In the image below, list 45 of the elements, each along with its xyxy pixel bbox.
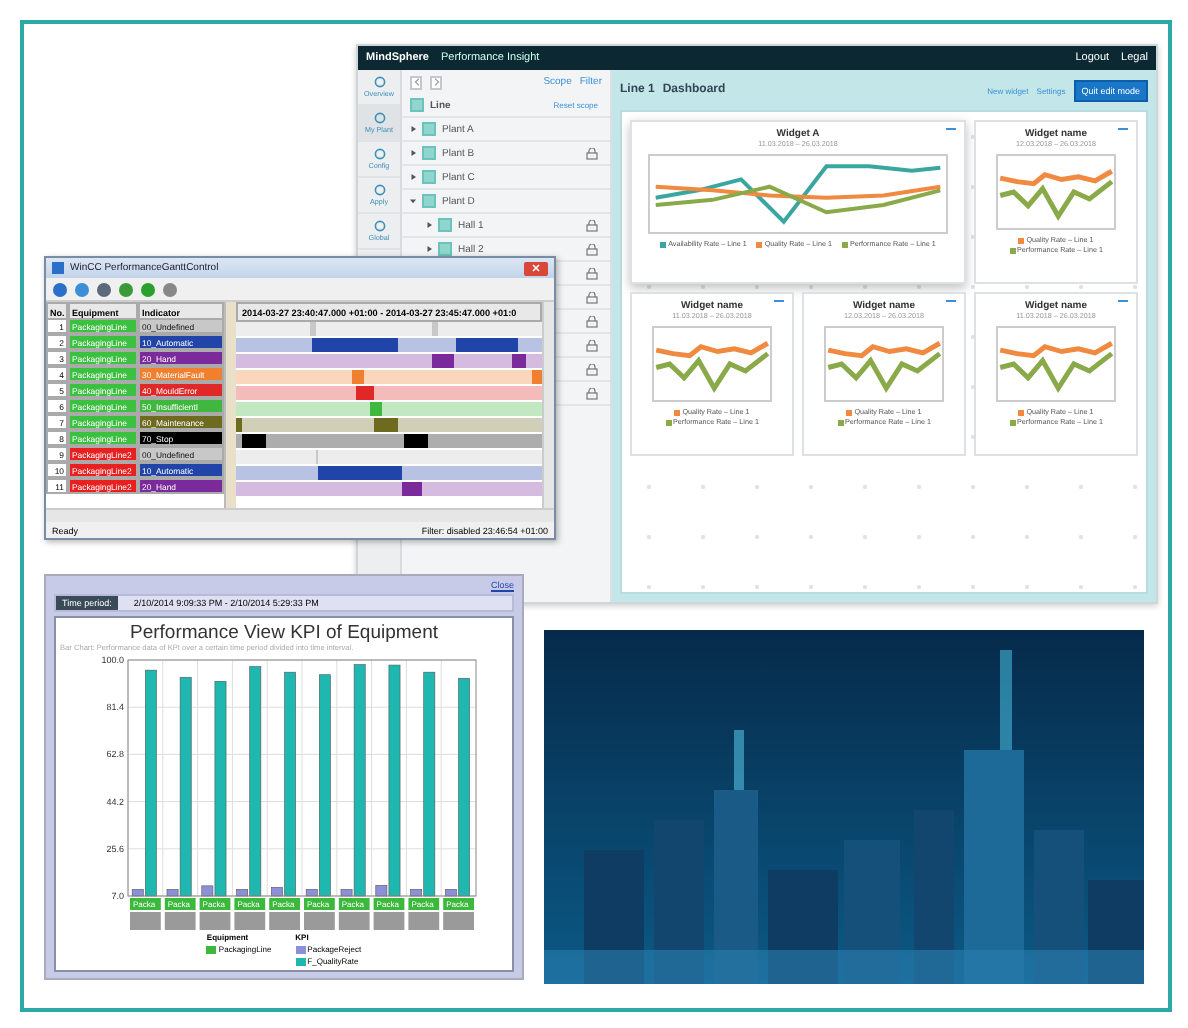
- line-chart: [652, 326, 772, 402]
- interval-tag: [234, 912, 266, 930]
- caret-icon: [426, 246, 432, 252]
- gantt-bar: [404, 434, 429, 448]
- forward-button[interactable]: [430, 75, 442, 89]
- back-button[interactable]: [410, 75, 422, 89]
- lock-icon: [586, 387, 598, 399]
- caret-icon: [426, 222, 432, 228]
- lock-icon: [586, 339, 598, 351]
- lock-icon: [586, 147, 598, 159]
- lock-icon: [586, 315, 598, 327]
- gantt-bar: [532, 370, 542, 384]
- lock-icon: [586, 219, 598, 231]
- interval-tag: [408, 912, 440, 930]
- lock-icon: [586, 267, 598, 279]
- chart-title: Performance View KPI of Equipment: [129, 622, 438, 644]
- app-icon: [52, 262, 64, 274]
- lock-icon: [586, 363, 598, 375]
- caret-icon: [410, 150, 416, 156]
- caret-icon: [410, 198, 416, 204]
- line-chart: [824, 326, 944, 402]
- line-chart: [996, 326, 1116, 402]
- interval-tag: [199, 912, 231, 930]
- lock-icon: [586, 291, 598, 303]
- gantt-bar: [431, 322, 438, 336]
- interval-tag: [130, 912, 161, 930]
- scrollbar[interactable]: [542, 302, 554, 508]
- interval-tag: [269, 912, 300, 930]
- interval-tag: [164, 912, 196, 930]
- caret-icon: [410, 126, 416, 132]
- interval-tag: [443, 912, 474, 930]
- interval-tag: [304, 912, 335, 930]
- lock-icon: [586, 243, 598, 255]
- line-chart: [996, 154, 1116, 230]
- circle-icon: [373, 112, 385, 124]
- close-icon: [532, 264, 540, 272]
- circle-icon: [373, 76, 385, 88]
- circle-icon: [373, 184, 385, 196]
- circle-icon: [373, 220, 385, 232]
- interval-tag: [373, 912, 405, 930]
- caret-icon: [410, 174, 416, 180]
- scrollbar[interactable]: [46, 508, 554, 522]
- circle-icon: [373, 148, 385, 160]
- close-button[interactable]: [524, 261, 548, 275]
- interval-tag: [338, 912, 370, 930]
